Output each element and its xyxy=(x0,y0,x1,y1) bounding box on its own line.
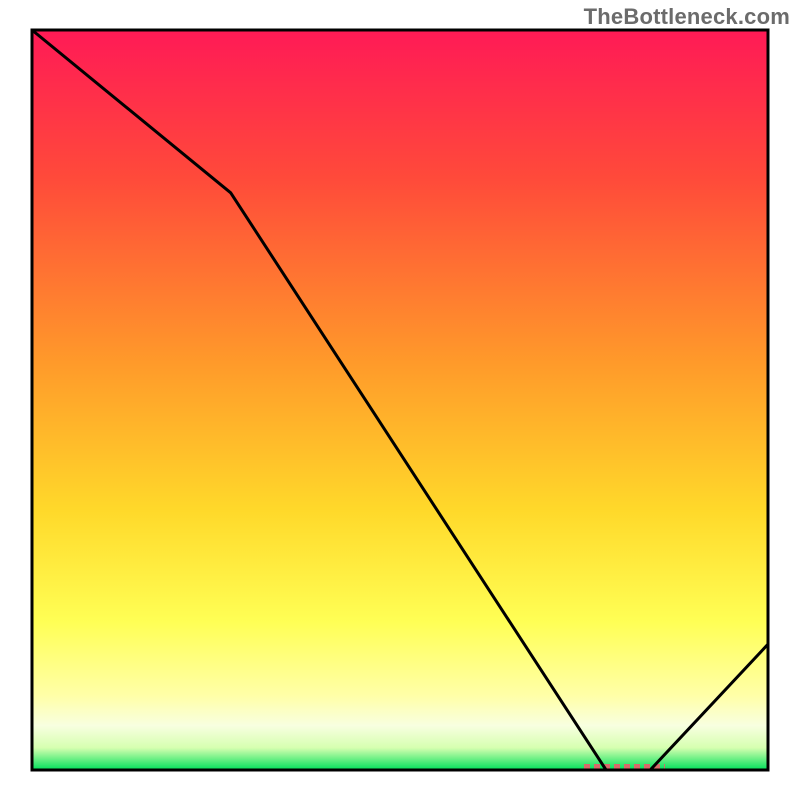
bottleneck-chart xyxy=(0,0,800,800)
gradient-bg xyxy=(32,30,768,770)
chart-container: TheBottleneck.com xyxy=(0,0,800,800)
